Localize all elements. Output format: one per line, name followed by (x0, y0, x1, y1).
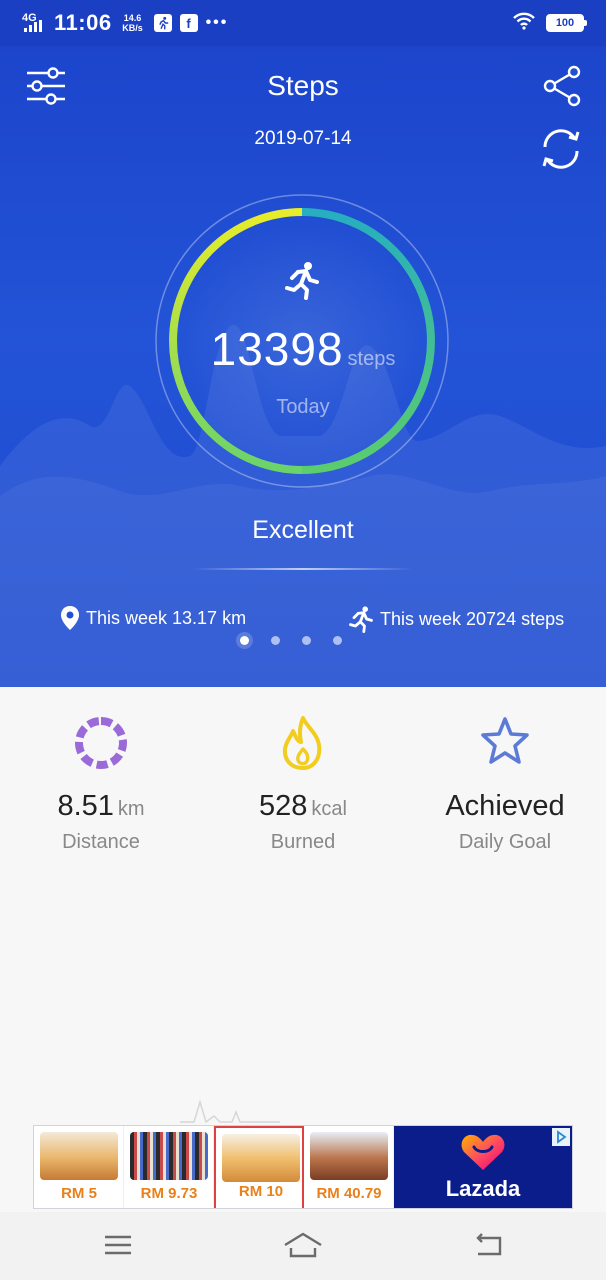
system-nav-bar (0, 1212, 606, 1280)
more-notifications-icon: ••• (205, 14, 229, 31)
page-dot-1[interactable] (240, 636, 249, 645)
pencils-image (130, 1132, 208, 1180)
running-icon (349, 606, 373, 633)
battery-icon: 100 (546, 14, 587, 32)
page-indicator[interactable] (240, 636, 342, 645)
ad-product-1[interactable]: RM 5 (34, 1126, 124, 1208)
ribs-image (310, 1132, 388, 1180)
ad-price-2: RM 9.73 (140, 1185, 198, 1202)
menu-button[interactable] (98, 1228, 138, 1262)
ad-brand-name: Lazada (445, 1176, 521, 1201)
ad-product-4[interactable]: RM 40.79 (304, 1126, 394, 1208)
page-dot-4[interactable] (333, 636, 342, 645)
stats-panel: 8.51 km Distance 528 kcal Burned Achieved … (0, 687, 606, 887)
ad-product-3[interactable]: RM 10 (214, 1126, 304, 1208)
network-speed-value: 14.6 (123, 13, 142, 23)
home-button[interactable] (283, 1228, 323, 1262)
steps-count: 13398 steps (0, 322, 606, 376)
page-dot-2[interactable] (271, 636, 280, 645)
status-time: 11:06 (54, 10, 112, 35)
running-icon (285, 262, 319, 300)
location-pin-icon (61, 606, 79, 630)
goal-value: Achieved (404, 790, 606, 823)
weekly-distance: This week 13.17 km (60, 605, 246, 631)
back-icon (476, 1233, 502, 1256)
heartbeat-decoration (180, 1099, 280, 1124)
distance-unit: km (117, 798, 145, 820)
steps-hero-panel: Steps 2019-07-14 13398 steps Today Excel… (0, 46, 606, 687)
burger-image (40, 1132, 118, 1180)
ad-price-3: RM 10 (238, 1183, 284, 1200)
ad-price-1: RM 5 (61, 1185, 97, 1202)
period-label: Today (276, 396, 330, 418)
cellular-signal-icon: 4G (22, 12, 46, 34)
steps-unit: steps (347, 348, 396, 370)
activity-rating: Excellent (252, 516, 354, 544)
weekly-steps-text: This week 20724 steps (380, 608, 565, 629)
back-button[interactable] (468, 1228, 508, 1262)
battery-level: 100 (555, 17, 575, 29)
rating-divider (193, 568, 413, 570)
flame-icon (282, 716, 322, 770)
facebook-icon: f (179, 14, 198, 32)
goal-status: Achieved (445, 790, 565, 822)
burned-value: 528 kcal (202, 790, 404, 823)
ad-product-2[interactable]: RM 9.73 (124, 1126, 214, 1208)
burned-label: Burned (270, 831, 336, 853)
lazada-heart-icon (461, 1134, 505, 1170)
goal-label: Daily Goal (458, 831, 552, 853)
distance-label: Distance (62, 831, 140, 853)
burned-number: 528 (259, 790, 308, 822)
distance-ring-icon (75, 717, 127, 769)
ad-banner[interactable]: RM 5 RM 9.73 RM 10 RM 40.79 Lazada (33, 1125, 573, 1209)
page-dot-3[interactable] (302, 636, 311, 645)
steps-value: 13398 (210, 323, 344, 375)
wifi-icon (512, 12, 536, 35)
ad-choices-icon[interactable] (552, 1128, 570, 1146)
home-icon (284, 1232, 322, 1258)
menu-icon (105, 1235, 131, 1255)
network-speed: 14.6 KB/s (120, 13, 146, 33)
run-app-icon (153, 14, 172, 32)
weekly-steps: This week 20724 steps (348, 605, 564, 633)
network-speed-unit: KB/s (122, 23, 143, 33)
ad-price-4: RM 40.79 (316, 1185, 382, 1202)
weekly-distance-text: This week 13.17 km (86, 607, 247, 628)
burned-unit: kcal (311, 798, 347, 820)
distance-value: 8.51 km (0, 790, 202, 823)
ad-brand-panel[interactable]: Lazada (394, 1126, 572, 1208)
meal-image (222, 1134, 300, 1182)
status-bar: 4G 11:06 14.6 KB/s f ••• 100 (0, 0, 606, 46)
star-icon (481, 717, 529, 764)
distance-number: 8.51 (57, 790, 114, 822)
